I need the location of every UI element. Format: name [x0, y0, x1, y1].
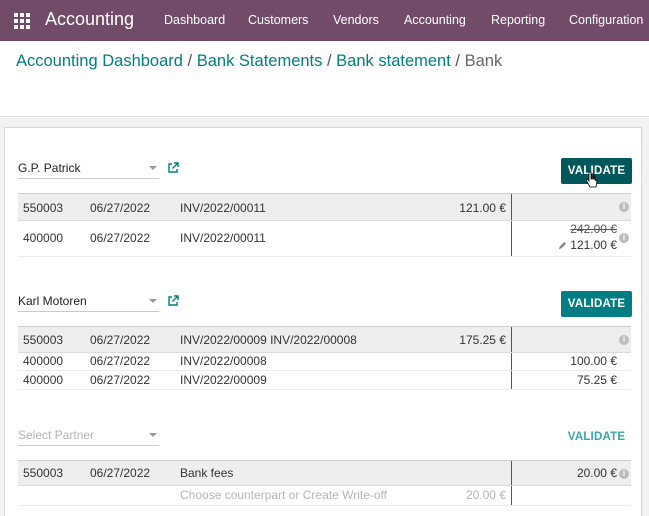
- original-amount: 242.00 €: [570, 222, 617, 236]
- line-label: Bank fees: [180, 466, 234, 480]
- menu-dashboard[interactable]: Dashboard: [164, 13, 225, 27]
- line-label: INV/2022/00011: [180, 231, 266, 245]
- apps-grid-icon[interactable]: [14, 13, 30, 29]
- validate-button[interactable]: VALIDATE: [561, 291, 632, 317]
- menu-configuration[interactable]: Configuration: [569, 13, 643, 27]
- statement-line[interactable]: 550003 06/27/2022 Bank fees 20.00 € i: [18, 460, 631, 486]
- line-amount: 20.00 €: [465, 488, 506, 502]
- breadcrumb-bank-statements[interactable]: Bank Statements: [197, 52, 323, 70]
- debit-credit-divider: [511, 461, 512, 485]
- breadcrumb-separator: /: [326, 52, 332, 70]
- line-label: INV/2022/00009 INV/2022/00008: [180, 333, 357, 347]
- statement-line[interactable]: 550003 06/27/2022 INV/2022/00011 121.00 …: [18, 193, 631, 221]
- line-account: 550003: [23, 466, 64, 480]
- line-label: INV/2022/00009: [180, 373, 267, 387]
- debit-credit-divider: [511, 486, 512, 505]
- line-amount: 121.00 €: [459, 201, 506, 215]
- counterpart-line[interactable]: 400000 06/27/2022 INV/2022/00008 100.00 …: [18, 353, 631, 371]
- info-icon[interactable]: i: [619, 335, 629, 345]
- partial-amount[interactable]: 121.00 €: [558, 238, 617, 252]
- menu-accounting[interactable]: Accounting: [404, 13, 466, 27]
- external-link-icon[interactable]: [167, 162, 179, 174]
- debit-credit-divider: [511, 371, 512, 389]
- partner-name: G.P. Patrick: [18, 161, 81, 175]
- mouse-cursor-icon: [586, 171, 598, 188]
- line-amount: 100.00 €: [570, 354, 617, 368]
- partner-name: Karl Motoren: [18, 294, 87, 308]
- line-date: 06/27/2022: [90, 354, 151, 368]
- line-account: 550003: [23, 333, 64, 347]
- validate-button[interactable]: VALIDATE: [561, 424, 632, 450]
- line-account: 550003: [23, 201, 64, 215]
- menu-customers[interactable]: Customers: [248, 13, 308, 27]
- control-panel: Accounting Dashboard / Bank Statements /…: [0, 41, 649, 117]
- chevron-down-icon[interactable]: [149, 166, 157, 170]
- counterpart-line[interactable]: 400000 06/27/2022 INV/2022/00011 242.00 …: [18, 221, 631, 257]
- line-account: 400000: [23, 373, 64, 387]
- app-name[interactable]: Accounting: [45, 9, 134, 30]
- line-account: 400000: [23, 354, 64, 368]
- breadcrumb-separator: /: [455, 52, 461, 70]
- line-amount: 175.25 €: [459, 333, 506, 347]
- debit-credit-divider: [511, 327, 512, 352]
- amount-value: 121.00 €: [570, 238, 617, 252]
- line-amount: 20.00 €: [576, 466, 617, 480]
- info-icon[interactable]: i: [619, 202, 629, 212]
- breadcrumb-current: Bank: [464, 52, 503, 70]
- statement-line[interactable]: 550003 06/27/2022 INV/2022/00009 INV/202…: [18, 326, 631, 353]
- breadcrumb: Accounting Dashboard / Bank Statements /…: [16, 52, 502, 71]
- counterpart-line[interactable]: 400000 06/27/2022 INV/2022/00009 75.25 €: [18, 371, 631, 390]
- line-amount: 75.25 €: [576, 373, 617, 387]
- debit-credit-divider: [511, 221, 512, 256]
- info-icon[interactable]: i: [619, 469, 629, 479]
- partner-placeholder: Select Partner: [18, 428, 95, 442]
- line-label: INV/2022/00008: [180, 354, 267, 368]
- info-icon[interactable]: i: [619, 233, 629, 243]
- line-account: 400000: [23, 231, 64, 245]
- menu-reporting[interactable]: Reporting: [491, 13, 545, 27]
- partner-select[interactable]: G.P. Patrick: [18, 159, 159, 179]
- debit-credit-divider: [511, 353, 512, 370]
- line-date: 06/27/2022: [90, 373, 151, 387]
- external-link-icon[interactable]: [167, 295, 179, 307]
- breadcrumb-bank-statement[interactable]: Bank statement: [336, 52, 451, 70]
- partner-select[interactable]: Select Partner: [18, 426, 159, 446]
- counterpart-placeholder[interactable]: Choose counterpart or Create Write-off: [180, 488, 387, 502]
- chevron-down-icon[interactable]: [149, 299, 157, 303]
- line-date: 06/27/2022: [90, 333, 151, 347]
- chevron-down-icon[interactable]: [149, 433, 157, 437]
- line-date: 06/27/2022: [90, 466, 151, 480]
- breadcrumb-accounting-dashboard[interactable]: Accounting Dashboard: [16, 52, 183, 70]
- top-navbar: Accounting Dashboard Customers Vendors A…: [0, 0, 649, 41]
- open-balance-line[interactable]: Choose counterpart or Create Write-off 2…: [18, 486, 631, 506]
- menu-vendors[interactable]: Vendors: [333, 13, 379, 27]
- line-date: 06/27/2022: [90, 231, 151, 245]
- reconciliation-sheet: [4, 127, 642, 516]
- partner-select[interactable]: Karl Motoren: [18, 292, 159, 312]
- breadcrumb-separator: /: [187, 52, 193, 70]
- line-label: INV/2022/00011: [180, 201, 266, 215]
- line-date: 06/27/2022: [90, 201, 151, 215]
- pencil-icon[interactable]: [558, 241, 567, 250]
- debit-credit-divider: [511, 194, 512, 220]
